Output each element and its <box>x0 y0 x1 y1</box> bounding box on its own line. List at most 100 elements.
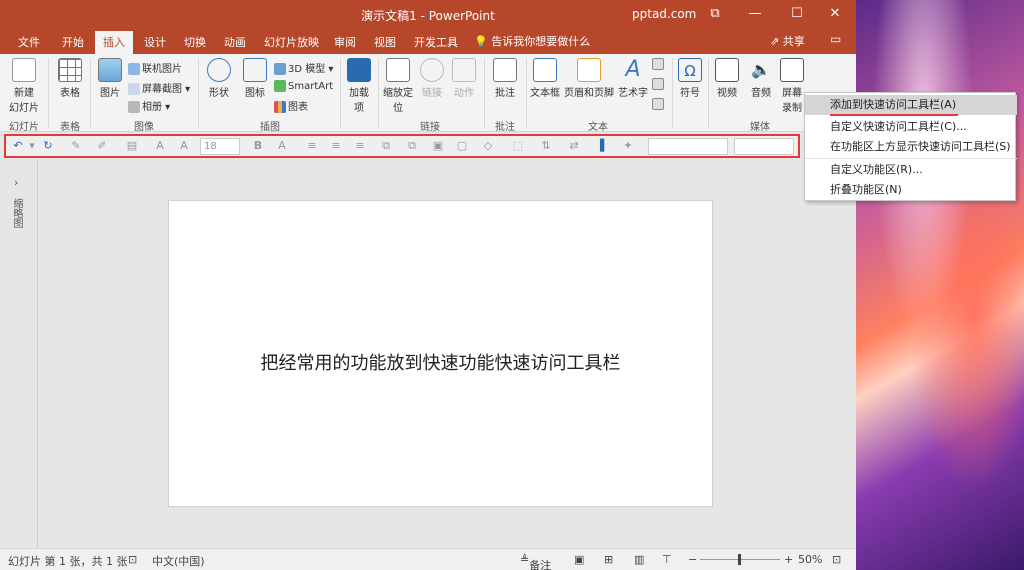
action-button[interactable]: 动作 <box>450 58 478 99</box>
menu-item-customize-qat[interactable]: 自定义快速访问工具栏(C)... <box>805 117 1017 137</box>
textbox-small-icon[interactable]: ▤ <box>124 138 140 154</box>
bring-forward-icon[interactable]: ⧉ <box>378 138 394 154</box>
shape-icon[interactable]: ◇ <box>480 138 496 154</box>
select-icon[interactable]: ⬚ <box>510 138 526 154</box>
tab-home[interactable]: 开始 <box>54 31 92 54</box>
screen-recording-button[interactable]: 屏幕 录制 <box>780 58 804 114</box>
share-button[interactable]: ⇗ 共享 <box>770 33 805 49</box>
font-name-combo[interactable] <box>648 138 728 155</box>
wordart-icon: A <box>625 57 641 82</box>
screen-record-icon <box>780 58 804 82</box>
wordart-button[interactable]: A 艺术字 <box>616 57 650 100</box>
photo-album-button[interactable]: 相册 ▾ <box>128 98 170 113</box>
online-pictures-button[interactable]: 联机图片 <box>128 60 182 75</box>
spin-combo[interactable] <box>734 138 794 155</box>
notes-button[interactable]: ≜ 备注 <box>520 553 551 570</box>
zoom-button[interactable]: 缩放定 位 <box>380 58 416 114</box>
chevron-right-icon[interactable]: › <box>14 176 18 189</box>
fit-to-window-icon[interactable]: ⊡ <box>832 553 841 566</box>
table-button[interactable]: 表格 <box>54 58 86 99</box>
tab-animations[interactable]: 动画 <box>216 31 254 54</box>
object-icon[interactable] <box>652 98 666 110</box>
account-name[interactable]: pptad.com <box>632 7 696 21</box>
workspace: › 缩略图 把经常用的功能放到快速功能快速访问工具栏 <box>0 160 856 548</box>
zoom-level[interactable]: 50% <box>798 553 822 566</box>
tab-transitions[interactable]: 切换 <box>176 31 214 54</box>
slide-number-icon[interactable] <box>652 78 666 90</box>
icons-button[interactable]: 图标 <box>240 58 270 99</box>
smartart-button[interactable]: SmartArt <box>274 80 333 92</box>
header-footer-button[interactable]: 页眉和页脚 <box>562 58 616 99</box>
dropdown-arrow-icon[interactable]: ▾ <box>24 138 40 154</box>
slide-canvas[interactable]: 把经常用的功能放到快速功能快速访问工具栏 <box>168 200 713 507</box>
zoom-slider-thumb[interactable] <box>738 554 741 565</box>
symbol-button[interactable]: Ω 符号 <box>676 58 704 99</box>
ribbon-insert: 新建 幻灯片 幻灯片 表格 表格 图片 联机图片 屏幕截图 ▾ 相册 ▾ 图像 … <box>0 54 856 133</box>
maximize-button[interactable]: ☐ <box>782 4 812 24</box>
ribbon-display-icon[interactable]: ⧉ <box>700 4 730 24</box>
font-color-icon[interactable]: A <box>274 138 290 154</box>
tell-me-search[interactable]: 💡 告诉我你想要做什么 <box>474 33 590 49</box>
video-button[interactable]: 视频 <box>712 58 742 99</box>
menu-item-add-to-qat[interactable]: 添加到快速访问工具栏(A) <box>805 95 1017 115</box>
language-indicator[interactable]: 中文(中国) <box>152 553 205 569</box>
slide-body-text[interactable]: 把经常用的功能放到快速功能快速访问工具栏 <box>169 349 712 375</box>
spellcheck-icon[interactable]: ⊡ <box>128 553 137 566</box>
pen-icon[interactable]: ✐ <box>94 138 110 154</box>
send-backward-icon[interactable]: ⧉ <box>404 138 420 154</box>
zoom-in-button[interactable]: + <box>784 553 793 566</box>
date-time-icon[interactable] <box>652 58 666 70</box>
menu-item-customize-ribbon[interactable]: 自定义功能区(R)... <box>805 160 1017 180</box>
format-painter-icon[interactable]: ✎ <box>68 138 84 154</box>
menu-item-show-qat-above[interactable]: 在功能区上方显示快速访问工具栏(S) <box>805 137 1017 157</box>
tab-review[interactable]: 审阅 <box>326 31 364 54</box>
ungroup-icon[interactable]: ▢ <box>454 138 470 154</box>
icons-icon <box>243 58 267 82</box>
group-separator <box>484 58 485 128</box>
slide-counter: 幻灯片 第 1 张，共 1 张 <box>8 555 128 568</box>
align-center-icon[interactable]: ≡ <box>328 138 344 154</box>
replace-icon[interactable]: ⇄ <box>566 138 582 154</box>
textbox-button[interactable]: 文本框 <box>528 58 562 99</box>
increase-font-icon[interactable]: A <box>152 138 168 154</box>
tab-developer[interactable]: 开发工具 <box>406 31 466 54</box>
tab-view[interactable]: 视图 <box>366 31 404 54</box>
comments-icon[interactable]: ▭ <box>830 32 841 46</box>
align-left-icon[interactable]: ≡ <box>304 138 320 154</box>
normal-view-icon[interactable]: ▣ <box>574 553 584 566</box>
redo-icon[interactable]: ↻ <box>40 138 56 154</box>
omega-icon: Ω <box>678 58 702 82</box>
tab-file[interactable]: 文件 <box>10 31 48 54</box>
reading-view-icon[interactable]: ▥ <box>634 553 644 566</box>
comment-button[interactable]: 批注 <box>490 58 520 99</box>
font-size-field[interactable]: 18 <box>200 138 240 155</box>
zoom-icon <box>386 58 410 82</box>
zoom-out-button[interactable]: − <box>688 553 697 566</box>
minimize-button[interactable]: — <box>740 4 770 24</box>
close-button[interactable]: ✕ <box>820 4 850 24</box>
tab-insert[interactable]: 插入 <box>95 31 133 54</box>
slide-sorter-icon[interactable]: ⊞ <box>604 553 613 566</box>
theme-colors-icon[interactable]: ▐ <box>592 138 608 154</box>
decrease-font-icon[interactable]: A <box>176 138 192 154</box>
arrange-icon[interactable]: ⇅ <box>538 138 554 154</box>
tab-design[interactable]: 设计 <box>136 31 174 54</box>
slideshow-icon[interactable]: ⊤ <box>662 553 672 566</box>
effects-icon[interactable]: ✦ <box>620 138 636 154</box>
addins-button[interactable]: 加载 项 <box>344 58 374 114</box>
picture-button[interactable]: 图片 <box>96 58 124 99</box>
title-bar: 演示文稿1 - PowerPoint pptad.com ⧉ — ☐ ✕ <box>0 0 856 28</box>
group-icon[interactable]: ▣ <box>430 138 446 154</box>
bold-icon[interactable]: B <box>250 138 266 154</box>
3d-models-button[interactable]: 3D 模型 ▾ <box>274 60 333 75</box>
audio-button[interactable]: 🔈 音频 <box>746 58 776 99</box>
link-button[interactable]: 链接 <box>418 58 446 99</box>
new-slide-button[interactable]: 新建 幻灯片 <box>6 58 42 114</box>
screenshot-button[interactable]: 屏幕截图 ▾ <box>128 80 190 95</box>
shapes-button[interactable]: 形状 <box>204 58 234 99</box>
align-right-icon[interactable]: ≡ <box>352 138 368 154</box>
chart-button[interactable]: 图表 <box>274 98 308 113</box>
menu-item-collapse-ribbon[interactable]: 折叠功能区(N) <box>805 180 1017 200</box>
group-label-images: 图像 <box>134 122 154 133</box>
tab-slideshow[interactable]: 幻灯片放映 <box>256 31 327 54</box>
